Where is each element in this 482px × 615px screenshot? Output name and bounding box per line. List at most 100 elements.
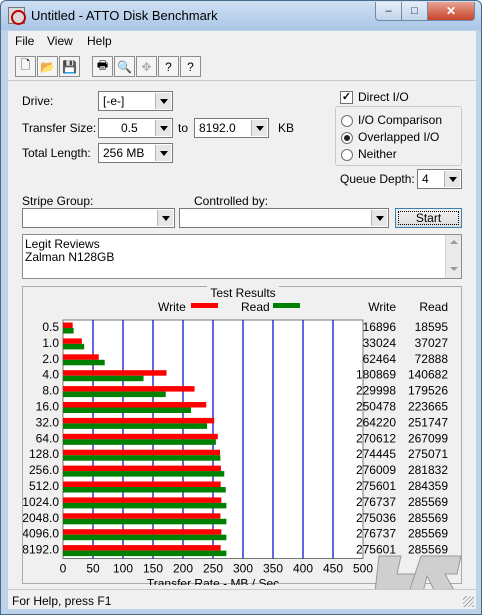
atto-app-icon[interactable] (8, 7, 26, 25)
y-tick-label: 1024.0 (23, 495, 59, 509)
read-bar (63, 487, 226, 493)
io-comparison-label[interactable]: I/O Comparison (358, 113, 442, 127)
chevron-down-icon[interactable] (155, 145, 171, 161)
y-tick-label: 4096.0 (23, 527, 59, 541)
print-preview-icon[interactable]: 🔍 (114, 56, 135, 77)
write-bar (63, 465, 221, 472)
chevron-down-icon[interactable] (371, 210, 387, 226)
drive-label: Drive: (22, 94, 54, 108)
neither-label[interactable]: Neither (358, 147, 397, 161)
direct-io-checkbox[interactable]: ✓ (340, 91, 353, 104)
app-window: Untitled - ATTO Disk Benchmark – □ ✕ Fil… (0, 0, 482, 615)
read-value: 285569 (408, 511, 448, 525)
x-tick-label: 350 (263, 562, 283, 576)
test-results-group: 0 50 100 150 200 250 300 350 400 450 500 Transfer R… (22, 286, 462, 585)
print-icon[interactable]: 🖶 (92, 56, 113, 77)
move-icon[interactable]: ✥ (136, 56, 157, 77)
io-comparison-radio[interactable] (341, 115, 353, 127)
menu-view[interactable]: View (47, 34, 73, 48)
write-value: 276009 (356, 463, 396, 477)
write-column-header: Write (368, 300, 396, 314)
chevron-down-icon[interactable] (157, 210, 173, 226)
overlapped-io-radio[interactable] (341, 132, 353, 144)
total-length-label: Total Length: (22, 146, 91, 160)
read-bar (63, 328, 74, 334)
results-chart: 0 50 100 150 200 250 300 350 400 450 500Transfer R… (23, 319, 449, 585)
close-button[interactable]: ✕ (427, 2, 475, 21)
y-tick-label: 2.0 (42, 352, 59, 366)
read-value: 18595 (415, 320, 449, 334)
stripe-group-label: Stripe Group: (22, 194, 94, 208)
read-bar (63, 391, 166, 398)
write-bar (63, 545, 221, 551)
write-bar (63, 386, 195, 392)
y-tick-label: 0.5 (42, 320, 59, 334)
description-line: Zalman N128GB (25, 250, 115, 264)
stripe-group-select[interactable] (22, 208, 175, 228)
y-tick-label: 256.0 (29, 463, 59, 477)
description-textarea[interactable]: Legit Reviews Zalman N128GB (22, 234, 462, 279)
total-length-select[interactable]: 256 MB (98, 143, 173, 163)
read-value: 275071 (408, 447, 448, 461)
read-value: 223665 (408, 400, 448, 414)
results-title: Test Results (207, 286, 279, 300)
read-bar (63, 375, 144, 382)
overlapped-io-label[interactable]: Overlapped I/O (358, 130, 439, 144)
help-icon[interactable]: ? (158, 56, 179, 77)
write-value: 276737 (356, 495, 396, 509)
write-bar (63, 338, 82, 344)
start-button[interactable]: Start (395, 208, 462, 228)
write-value: 264220 (356, 415, 396, 429)
total-length-value: 256 MB (103, 146, 145, 160)
x-tick-label: 50 (86, 562, 100, 576)
y-tick-label: 8.0 (42, 384, 59, 398)
write-value: 33024 (363, 336, 397, 350)
read-value: 285569 (408, 527, 448, 541)
read-bar (63, 359, 105, 366)
x-tick-label: 150 (143, 562, 163, 576)
controlled-by-label: Controlled by: (194, 194, 269, 208)
transfer-size-from-select[interactable]: 0.5 (98, 118, 173, 138)
write-value: 229998 (356, 384, 396, 398)
y-tick-label: 64.0 (36, 431, 60, 445)
maximize-button[interactable]: □ (401, 2, 428, 21)
write-value: 270612 (356, 431, 396, 445)
chevron-down-icon[interactable] (444, 171, 460, 187)
write-value: 62464 (363, 352, 397, 366)
write-legend-swatch (191, 303, 218, 308)
resize-grip-icon[interactable] (463, 596, 474, 607)
minimize-button[interactable]: – (375, 2, 402, 21)
read-value: 285569 (408, 495, 448, 509)
menu-file[interactable]: File (15, 34, 34, 48)
read-bar (63, 534, 227, 541)
transfer-size-label: Transfer Size: (22, 121, 97, 135)
read-value: 37027 (415, 336, 449, 350)
read-value: 251747 (408, 415, 448, 429)
write-bar (63, 481, 221, 487)
menu-help[interactable]: Help (87, 34, 112, 48)
read-value: 284359 (408, 479, 448, 493)
chevron-down-icon[interactable] (251, 120, 267, 136)
read-value: 267099 (408, 431, 448, 445)
chevron-down-icon[interactable] (155, 93, 171, 109)
description-scrollbar[interactable] (445, 235, 461, 278)
drive-select[interactable]: [-e-] (98, 91, 173, 111)
context-help-icon[interactable]: ? (180, 56, 201, 77)
write-bar (63, 449, 221, 456)
direct-io-label[interactable]: Direct I/O (358, 90, 409, 104)
transfer-size-to-select[interactable]: 8192.0 (194, 118, 269, 138)
read-bar (63, 455, 221, 461)
toolbar: 🗋 📂 💾 🖶 🔍 ✥?? (8, 51, 476, 81)
open-icon[interactable]: 📂 (37, 56, 58, 77)
write-bar (63, 497, 222, 503)
queue-depth-select[interactable]: 4 (417, 169, 462, 189)
queue-depth-value: 4 (422, 172, 429, 186)
chevron-down-icon[interactable] (155, 120, 171, 136)
save-icon[interactable]: 💾 (59, 56, 80, 77)
neither-radio[interactable] (341, 149, 353, 161)
new-icon[interactable]: 🗋 (15, 56, 36, 77)
title-bar[interactable]: Untitled - ATTO Disk Benchmark – □ ✕ (1, 1, 481, 30)
controlled-by-select[interactable] (179, 208, 389, 228)
y-tick-label: 1.0 (42, 336, 59, 350)
read-bar (63, 471, 225, 477)
